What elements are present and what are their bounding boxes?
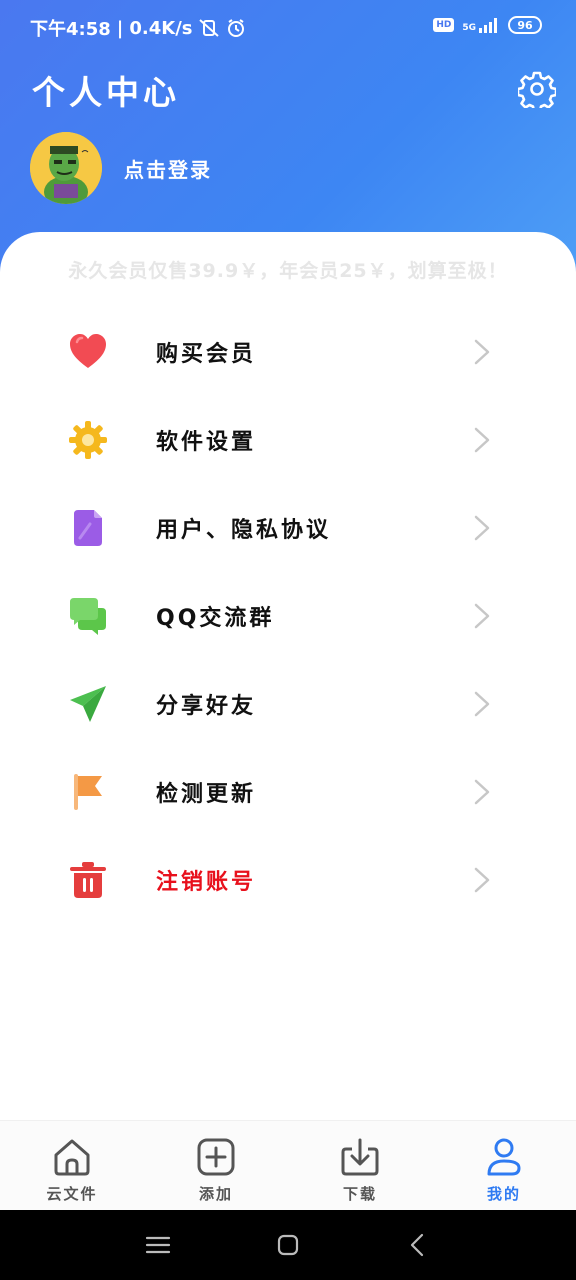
- menu-item-buy-vip[interactable]: 购买会员: [0, 320, 576, 384]
- home-icon: [54, 1139, 90, 1176]
- chevron-right-icon: [474, 779, 490, 805]
- download-icon: [341, 1138, 379, 1176]
- nav-label: 下载: [342, 1185, 377, 1203]
- chevron-right-icon: [474, 339, 490, 365]
- gear-icon: [69, 421, 107, 459]
- avatar[interactable]: [30, 132, 102, 204]
- page-title: 个人中心: [32, 73, 180, 112]
- menu-item-privacy-agreement[interactable]: 用户、隐私协议: [0, 496, 576, 560]
- settings-gear-icon[interactable]: [518, 70, 556, 108]
- nav-label: 我的: [486, 1185, 521, 1203]
- menu-label: QQ交流群: [156, 606, 275, 631]
- menu-item-share[interactable]: 分享好友: [0, 672, 576, 736]
- menu-item-settings[interactable]: 软件设置: [0, 408, 576, 472]
- system-nav-bar: [0, 1210, 576, 1280]
- document-icon: [74, 510, 102, 546]
- status-net-speed: 0.4K/s: [129, 17, 193, 39]
- nav-tab-add[interactable]: 添加: [144, 1121, 288, 1211]
- menu-label: 用户、隐私协议: [156, 518, 332, 543]
- menu-item-check-update[interactable]: 检测更新: [0, 760, 576, 824]
- status-bar: 下午4:58 | 0.4K/s HD 5G 96: [0, 0, 576, 56]
- chevron-right-icon: [474, 691, 490, 717]
- battery-indicator: 96: [508, 16, 542, 34]
- hd-badge: HD: [433, 18, 455, 32]
- nav-label: 添加: [198, 1185, 233, 1203]
- avatar-image: [30, 132, 102, 204]
- battery-level: 96: [517, 18, 533, 32]
- mute-vibrate-icon: [199, 19, 220, 37]
- status-divider: |: [116, 17, 124, 39]
- heart-icon: [70, 334, 106, 368]
- nav-tab-download[interactable]: 下载: [288, 1121, 432, 1211]
- signal-group: 5G: [462, 17, 500, 33]
- menu-icon[interactable]: [143, 1230, 173, 1260]
- user-icon: [487, 1138, 521, 1176]
- trash-icon: [70, 862, 106, 898]
- menu-label: 注销账号: [156, 870, 257, 895]
- menu-label: 购买会员: [156, 342, 257, 367]
- menu-label: 软件设置: [156, 430, 257, 455]
- status-time: 下午4:58: [30, 19, 111, 40]
- signal-icon: [479, 18, 497, 33]
- login-link[interactable]: 点击登录: [124, 154, 212, 183]
- chevron-right-icon: [474, 515, 490, 541]
- menu-label: 分享好友: [156, 694, 257, 719]
- home-button-icon[interactable]: [273, 1230, 303, 1260]
- send-icon: [70, 686, 106, 722]
- chevron-right-icon: [474, 603, 490, 629]
- promo-banner: 永久会员仅售39.9￥，年会员25￥，划算至极！: [68, 260, 508, 282]
- nav-label: 云文件: [46, 1185, 98, 1203]
- network-type: 5G: [462, 23, 476, 33]
- chat-icon: [70, 598, 106, 635]
- flag-icon: [74, 774, 102, 810]
- chevron-right-icon: [474, 427, 490, 453]
- menu-item-qq-group[interactable]: QQ交流群: [0, 584, 576, 648]
- status-left: 下午4:58 | 0.4K/s: [30, 15, 246, 41]
- add-icon: [197, 1138, 235, 1176]
- status-right: HD 5G 96: [433, 16, 542, 34]
- bottom-nav: 云文件 添加 下载 我的: [0, 1120, 576, 1211]
- menu-item-delete-account[interactable]: 注销账号: [0, 848, 576, 912]
- chevron-right-icon: [474, 867, 490, 893]
- alarm-icon: [228, 19, 245, 37]
- nav-tab-cloud-files[interactable]: 云文件: [0, 1121, 144, 1211]
- menu-label: 检测更新: [156, 782, 257, 807]
- nav-tab-mine[interactable]: 我的: [432, 1121, 576, 1211]
- back-icon[interactable]: [403, 1230, 433, 1260]
